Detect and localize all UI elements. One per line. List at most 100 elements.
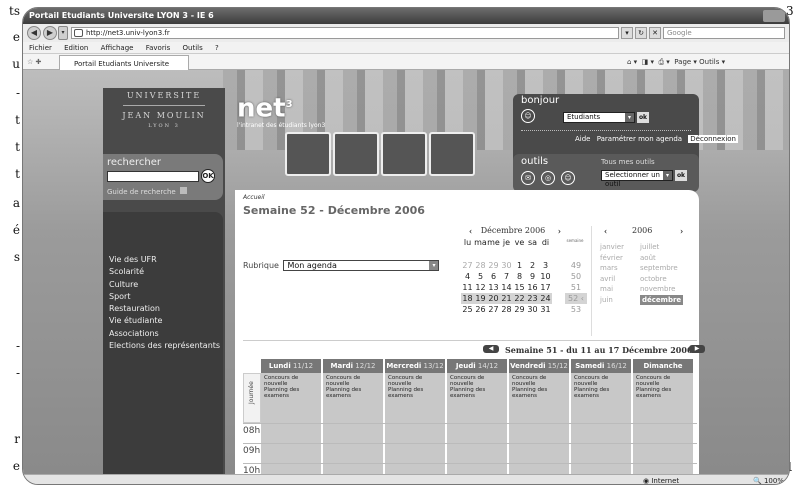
cal-prev-button[interactable]: ‹	[469, 226, 472, 236]
sidebar-item[interactable]: Vie des UFR	[109, 254, 223, 266]
command-bar[interactable]: ⌂ ▾ ◨ ▾ ⎙ ▾ Page ▾ Outils ▾	[627, 54, 725, 70]
nav-dropdown-icon[interactable]: ▾	[58, 26, 68, 40]
allday-event[interactable]: Concours de nouvelle Planning des examens	[571, 373, 632, 423]
cal-day[interactable]: 31	[539, 304, 552, 315]
zoom-level[interactable]: 🔍 100%	[753, 475, 784, 484]
tool-icon-2[interactable]: ◎	[541, 171, 555, 185]
university-logo[interactable]: UNIVERSITE JEAN MOULIN LYON 3	[103, 90, 225, 132]
print-icon[interactable]: ⎙ ▾	[658, 58, 669, 66]
menu-affichage[interactable]: Affichage	[101, 44, 134, 52]
agenda-settings-link[interactable]: Paramétrer mon agenda	[597, 135, 682, 143]
site-search-input[interactable]	[107, 171, 199, 182]
cal-day[interactable]: 11	[461, 282, 474, 293]
cal-day[interactable]: 13	[487, 282, 500, 293]
prev-week-button[interactable]: ◀	[483, 345, 499, 353]
refresh-icon[interactable]: ↻	[635, 27, 647, 39]
cal-week-row[interactable]: 18 19 20 21 22 23 24 52 ‹	[461, 293, 591, 304]
cal-next-button[interactable]: ›	[558, 226, 561, 236]
menu-edition[interactable]: Edition	[64, 44, 88, 52]
cal-week-row[interactable]: 11 12 13 14 15 16 17 51	[461, 282, 591, 293]
month-item[interactable]: novembre	[640, 284, 675, 294]
cal-day[interactable]: 21	[500, 293, 513, 304]
month-item[interactable]: décembre	[640, 294, 684, 305]
address-bar[interactable]: http://net3.univ-lyon3.fr	[71, 27, 619, 39]
tool-select[interactable]: Selectionner un outil ▾	[601, 170, 673, 188]
cal-day[interactable]: 19	[474, 293, 487, 304]
menu-fichier[interactable]: Fichier	[29, 44, 52, 52]
day-header[interactable]: Dimanche 17/12	[633, 359, 694, 384]
menu-outils[interactable]: Outils	[183, 44, 203, 52]
cal-day[interactable]: 8	[513, 271, 526, 282]
cal-day[interactable]: 16	[526, 282, 539, 293]
cal-week-row[interactable]: 25 26 27 28 29 30 31 53	[461, 304, 591, 315]
breadcrumb[interactable]: Accueil	[243, 194, 265, 201]
cal-week-number[interactable]: 49	[565, 260, 587, 271]
cal-day[interactable]: 7	[500, 271, 513, 282]
cal-day[interactable]: 22	[513, 293, 526, 304]
cal-day[interactable]: 10	[539, 271, 552, 282]
cal-day[interactable]: 1	[513, 260, 526, 271]
cal-day[interactable]: 6	[487, 271, 500, 282]
cal-day[interactable]: 27	[461, 260, 474, 271]
cal-week-number[interactable]: 53	[565, 304, 587, 315]
cal-day[interactable]: 24	[539, 293, 552, 304]
hour-cell[interactable]	[571, 423, 632, 474]
month-item[interactable]: juillet	[640, 242, 659, 252]
cal-day[interactable]: 3	[539, 260, 552, 271]
hour-cell[interactable]	[447, 423, 508, 474]
cal-day[interactable]: 17	[539, 282, 552, 293]
month-item[interactable]: août	[640, 253, 656, 263]
tab-portail[interactable]: Portail Etudiants Universite LYON 3	[59, 55, 189, 84]
group-tool-icon[interactable]: ☺	[561, 171, 575, 185]
menu-help[interactable]: ?	[215, 44, 219, 52]
sidebar-item[interactable]: Associations	[109, 328, 223, 340]
sidebar-item[interactable]: Vie étudiante	[109, 315, 223, 327]
search-ok-button[interactable]: OK	[201, 169, 215, 183]
sidebar-item[interactable]: Sport	[109, 291, 223, 303]
cal-day[interactable]: 25	[461, 304, 474, 315]
allday-event[interactable]: Concours de nouvelle Planning des examens	[447, 373, 508, 423]
month-item[interactable]: mars	[600, 263, 618, 273]
day-header[interactable]: Mercredi 13/12	[385, 359, 446, 373]
sidebar-item[interactable]: Scolarité	[109, 266, 223, 278]
hour-cell[interactable]	[385, 423, 446, 474]
allday-event[interactable]: Concours de nouvelle Planning des examens	[509, 373, 570, 423]
allday-event[interactable]: Concours de nouvelle Planning des examens	[633, 373, 694, 423]
hour-cell[interactable]	[323, 423, 384, 474]
day-header[interactable]: Mardi 12/12	[323, 359, 384, 373]
allday-event[interactable]: Concours de nouvelle Planning des examens	[323, 373, 384, 423]
cal-day[interactable]: 30	[526, 304, 539, 315]
cal-day[interactable]: 28	[500, 304, 513, 315]
cal-week-row[interactable]: 4 5 6 7 8 9 10 50	[461, 271, 591, 282]
cal-day[interactable]: 9	[526, 271, 539, 282]
year-next-button[interactable]: ›	[680, 226, 683, 236]
allday-event[interactable]: Concours de nouvelle Planning des examens	[385, 373, 446, 423]
rubrique-select[interactable]: Mon agenda ▾	[283, 260, 440, 271]
day-header[interactable]: Jeudi 14/12	[447, 359, 508, 373]
cal-week-number[interactable]: 50	[565, 271, 587, 282]
back-icon[interactable]: ◀	[27, 26, 41, 40]
forward-icon[interactable]: ▶	[43, 26, 57, 40]
help-link[interactable]: Aide	[575, 135, 590, 143]
cal-day[interactable]: 12	[474, 282, 487, 293]
allday-event[interactable]: Concours de nouvelle Planning des examens	[261, 373, 322, 423]
month-item[interactable]: septembre	[640, 263, 678, 273]
cal-day[interactable]: 20	[487, 293, 500, 304]
cal-day[interactable]: 2	[526, 260, 539, 271]
cal-day[interactable]: 26	[474, 304, 487, 315]
profile-ok-button[interactable]: ok	[637, 112, 649, 123]
day-header[interactable]: Vendredi 15/12	[509, 359, 570, 373]
year-prev-button[interactable]: ‹	[604, 226, 607, 236]
profile-select[interactable]: Etudiants ▾	[563, 112, 635, 123]
cal-week-number[interactable]: 51	[565, 282, 587, 293]
next-week-button[interactable]: ▶	[689, 345, 705, 353]
sidebar-item[interactable]: Elections des représentants	[109, 340, 223, 352]
cal-week-number[interactable]: 52 ‹	[565, 293, 587, 304]
mail-tool-icon[interactable]: ✉	[521, 171, 535, 185]
address-dropdown-icon[interactable]: ▾	[621, 27, 633, 39]
search-input[interactable]: Google	[663, 27, 785, 39]
hour-cell[interactable]	[633, 423, 694, 474]
home-icon[interactable]: ⌂ ▾	[627, 58, 637, 66]
day-header[interactable]: Samedi 16/12	[571, 359, 632, 373]
cal-day[interactable]: 18	[461, 293, 474, 304]
